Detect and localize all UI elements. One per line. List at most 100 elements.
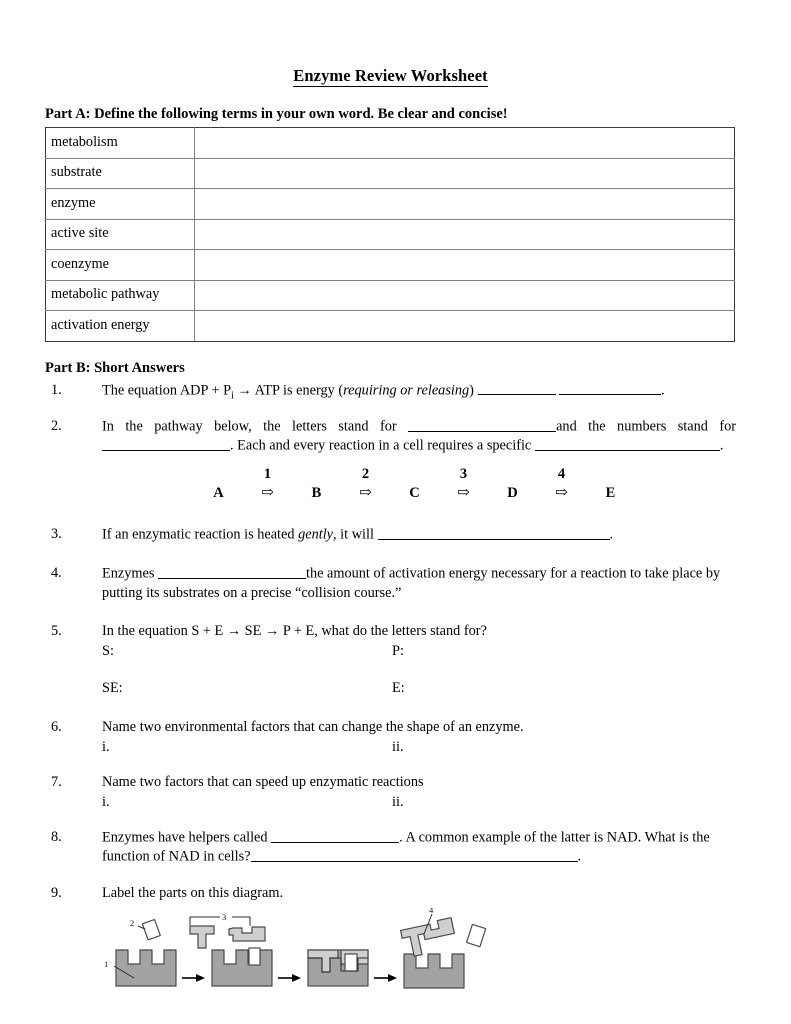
q7-item-ii[interactable]: ii.	[392, 793, 404, 812]
q2-text-part-2: and the numbers stand for	[556, 418, 736, 435]
part-b-section: Part B: Short Answers 1. The equation AD…	[45, 360, 736, 1005]
enzyme-substrate-diagram: .enz { fill:#a3a3a3; stroke:#4a4a4a; str…	[102, 908, 522, 1004]
q3-text-part-3: .	[609, 526, 614, 543]
question-4: 4. Enzymes the amount of activation ener…	[45, 564, 736, 602]
question-5-number: 5.	[51, 623, 62, 640]
bound-product-3	[344, 953, 358, 972]
definition-cell-metabolism[interactable]	[194, 127, 735, 159]
q5-label-s[interactable]: S:	[102, 642, 392, 661]
substrate-piece-right-2	[228, 926, 266, 942]
q1-italic-hint: requiring or releasing	[343, 382, 470, 399]
reaction-arrow-2	[278, 974, 301, 983]
question-9-text: Label the parts on this diagram.	[102, 884, 284, 901]
q7-item-i[interactable]: i.	[102, 793, 392, 812]
definition-cell-enzyme[interactable]	[194, 188, 735, 220]
q5-label-e[interactable]: E:	[392, 679, 405, 698]
part-a-heading: Part A: Define the following terms in yo…	[45, 106, 508, 122]
q2-text-part-3: . Each and every reaction in a cell requ…	[230, 438, 535, 455]
q8-text-part-3: .	[577, 848, 582, 865]
q1-text-part-6: .	[661, 382, 665, 399]
q4-answer-blank[interactable]	[157, 564, 306, 580]
term-cell-activation-energy: activation energy	[45, 310, 195, 342]
q5-text-part-3: P + E, what do the letters stand for?	[279, 623, 487, 640]
page-title: Enzyme Review Worksheet	[45, 66, 736, 87]
q3-text-part-1: If an enzymatic reaction is heated	[102, 526, 299, 543]
diagram-label-4: 4	[429, 908, 434, 915]
pathway-number-1: 1	[263, 465, 272, 482]
diagram-panel-4: 4	[399, 908, 487, 989]
pathway-letter-c: C	[409, 485, 420, 502]
q6-item-ii[interactable]: ii.	[392, 738, 404, 757]
pathway-letter-a: A	[213, 485, 224, 502]
released-product-4	[466, 924, 487, 948]
released-product-4-group	[466, 924, 487, 948]
document-content: Enzyme Review Worksheet Part A: Define t…	[45, 66, 736, 1004]
right-arrow-icon-1: →	[226, 623, 242, 640]
q1-text-part-1: The equation ADP + P	[102, 382, 232, 399]
diagram-panel-3	[307, 949, 397, 987]
q1-answer-blank-1[interactable]	[477, 381, 556, 396]
q8-answer-blank-2[interactable]	[250, 847, 578, 862]
term-cell-metabolic-pathway: metabolic pathway	[45, 279, 195, 311]
pathway-number-3: 3	[459, 465, 468, 482]
term-cell-coenzyme: coenzyme	[45, 249, 195, 281]
term-cell-enzyme: enzyme	[45, 188, 195, 220]
question-6: 6. Name two environmental factors that c…	[45, 718, 736, 756]
q2-answer-blank-3[interactable]	[534, 436, 720, 452]
enzyme-diagram-svg: .enz { fill:#a3a3a3; stroke:#4a4a4a; str…	[104, 908, 487, 989]
question-8-number: 8.	[51, 829, 62, 846]
pathway-arrow-icon-1: ⇨	[261, 485, 274, 502]
question-1: 1. The equation ADP + Pi → ATP is energy…	[45, 381, 736, 403]
question-2-text: In the pathway below, the letters stand …	[102, 417, 736, 455]
q2-text-part-1: In the pathway below, the letters stand …	[102, 418, 409, 435]
table-row: metabolism	[45, 127, 735, 159]
definition-cell-coenzyme[interactable]	[194, 249, 735, 281]
pathway-letter-d: D	[507, 485, 518, 502]
diagram-panel-2: 3	[189, 912, 301, 987]
product-complex-4	[399, 917, 456, 958]
terms-definition-table: metabolism substrate enzyme active site …	[45, 127, 735, 342]
question-6-text: Name two environmental factors that can …	[102, 718, 524, 735]
question-5: 5. In the equation S + E → SE → P + E, w…	[45, 622, 736, 698]
diagram-label-3: 3	[222, 912, 226, 922]
q1-answer-blank-2[interactable]	[559, 381, 662, 396]
pathway-letter-e: E	[605, 485, 616, 502]
diagram-label-1: 1	[104, 959, 108, 969]
q2-answer-blank-1[interactable]	[408, 417, 557, 432]
q1-text-part-3: ATP is energy (	[251, 382, 344, 399]
substrate-in-notch-2	[248, 947, 261, 966]
label-3-leader-right	[232, 916, 251, 927]
reaction-arrow-3	[374, 974, 397, 983]
definition-cell-active-site[interactable]	[194, 218, 735, 250]
definition-cell-activation-energy[interactable]	[194, 310, 735, 342]
q8-text-part-1: Enzymes have helpers called	[102, 829, 272, 846]
q2-answer-blank-2[interactable]	[102, 436, 230, 452]
q8-answer-blank-1[interactable]	[271, 828, 400, 843]
q6-subitems-row: i. ii.	[102, 738, 736, 757]
q3-answer-blank[interactable]	[377, 525, 610, 540]
question-8: 8. Enzymes have helpers called . A commo…	[45, 828, 736, 866]
worksheet-page: Enzyme Review Worksheet Part A: Define t…	[0, 0, 791, 1024]
question-1-number: 1.	[51, 381, 62, 398]
label-3-leader-left	[189, 916, 220, 926]
question-7-number: 7.	[51, 774, 62, 791]
term-cell-active-site: active site	[45, 218, 195, 250]
substrate-piece-2-group	[141, 919, 161, 941]
question-6-number: 6.	[51, 718, 62, 735]
q5-text-part-1: In the equation S + E	[102, 623, 227, 640]
q6-item-i[interactable]: i.	[102, 738, 392, 757]
question-8-text: Enzymes have helpers called . A common e…	[102, 828, 736, 866]
q5-label-p[interactable]: P:	[392, 642, 404, 661]
term-cell-metabolism: metabolism	[45, 127, 195, 159]
metabolic-pathway-diagram: 1 2 3 4 A ⇨ B ⇨ C ⇨ D ⇨ E	[102, 465, 736, 504]
question-3-text: If an enzymatic reaction is heated gentl…	[102, 525, 736, 544]
question-7: 7. Name two factors that can speed up en…	[45, 773, 736, 811]
q3-text-part-2: , it will	[333, 526, 378, 543]
product-complex-4-group	[399, 917, 456, 958]
q5-label-se[interactable]: SE:	[102, 679, 392, 698]
definition-cell-substrate[interactable]	[194, 157, 735, 189]
page-title-text: Enzyme Review Worksheet	[293, 66, 488, 87]
enzyme-block-2	[211, 949, 273, 987]
q2-text-part-4: .	[719, 438, 724, 455]
definition-cell-metabolic-pathway[interactable]	[194, 279, 735, 311]
